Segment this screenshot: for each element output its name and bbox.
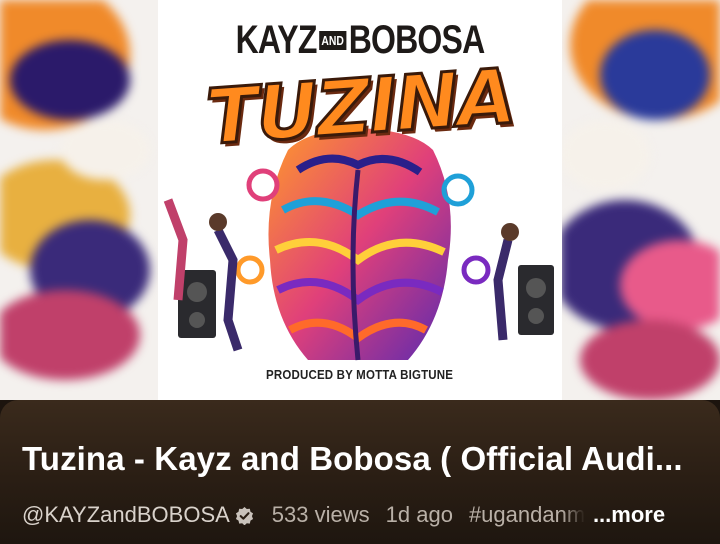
video-title[interactable]: Tuzina - Kayz and Bobosa ( Official Audi… (22, 440, 702, 478)
video-meta-row: @KAYZandBOBOSA 533 views 1d ago #ugandan… (22, 500, 702, 530)
cover-artist-and: AND (318, 31, 347, 50)
channel-handle[interactable]: @KAYZandBOBOSA (22, 502, 230, 528)
view-count: 533 views (271, 502, 370, 527)
cover-artist-left: KAYZ (235, 18, 318, 62)
blurred-background-left (0, 0, 160, 400)
album-cover-art: KAYZ AND BOBOSA TUZINA PRODUCED BY MOTTA B… (158, 0, 562, 400)
more-button[interactable]: ...more (593, 502, 665, 528)
hashtag-link[interactable]: #ugandanmusic (469, 502, 585, 528)
upload-age: 1d ago (385, 502, 453, 527)
video-player[interactable]: KAYZ AND BOBOSA TUZINA PRODUCED BY MOTTA B… (0, 0, 720, 400)
cover-credit: PRODUCED BY MOTTA BIGTUNE (266, 368, 454, 382)
verified-check-icon (235, 506, 253, 525)
blurred-background-right (560, 0, 720, 400)
